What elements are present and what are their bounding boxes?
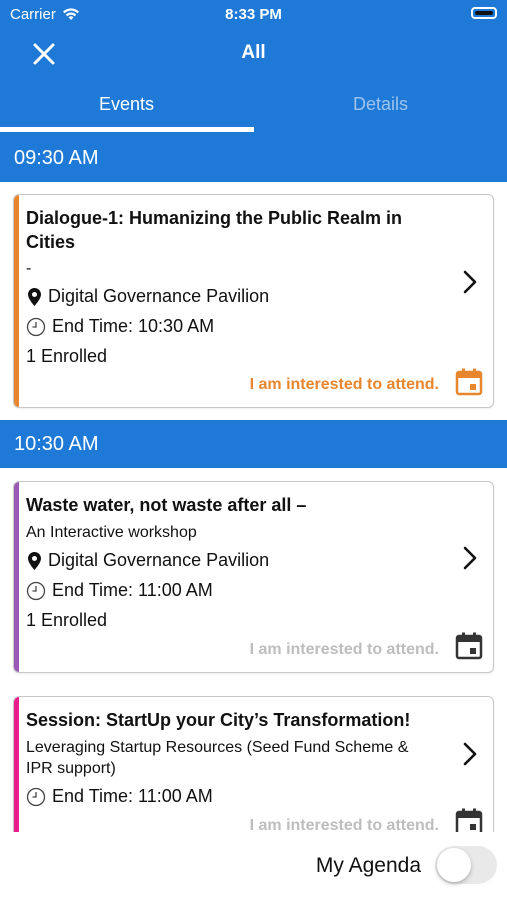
event-title: Session: StartUp your City’s Transformat… (26, 710, 411, 730)
time-section-header: 10:30 AM (0, 420, 507, 468)
chevron-right-icon[interactable] (461, 269, 479, 295)
time-section-header: 09:30 AM (0, 134, 507, 182)
event-location: Digital Governance Pavilion (48, 550, 270, 570)
interest-label[interactable]: I am interested to attend. (250, 376, 439, 394)
page-title: All (241, 42, 266, 63)
event-location-row: Digital Governance Pavilion (26, 286, 269, 307)
event-card[interactable]: Dialogue-1: Humanizing the Public Realm … (13, 194, 494, 408)
event-card[interactable]: Waste water, not waste after all – An In… (13, 481, 494, 673)
location-pin-icon (26, 551, 42, 570)
event-enrolled: 1 Enrolled (26, 346, 108, 366)
card-accent-bar (14, 482, 19, 672)
event-enrolled: 1 Enrolled (26, 610, 108, 630)
calendar-icon[interactable] (455, 368, 483, 396)
interest-label[interactable]: I am interested to attend. (250, 641, 439, 659)
event-end-time: End Time: 11:00 AM (52, 580, 213, 600)
clock-icon (26, 317, 46, 336)
event-location-row: Digital Governance Pavilion (26, 550, 269, 571)
event-end-time-row: End Time: 11:00 AM (26, 580, 213, 601)
tab-bar: Events Details (0, 80, 507, 134)
status-time: 8:33 PM (225, 6, 282, 23)
status-bar: Carrier 8:33 PM (0, 0, 507, 30)
event-subtitle: Leveraging Startup Resources (Seed Fund … (26, 739, 409, 777)
clock-icon (26, 787, 46, 806)
event-end-time: End Time: 10:30 AM (52, 316, 215, 336)
nav-bar: All (0, 30, 507, 78)
event-title: Dialogue-1: Humanizing the Public Realm … (26, 208, 403, 252)
clock-icon (26, 581, 46, 600)
tab-events[interactable]: Events (0, 80, 253, 134)
event-end-time: End Time: 11:00 AM (52, 786, 213, 806)
event-subtitle: - (26, 260, 32, 277)
my-agenda-toggle[interactable] (435, 846, 497, 884)
chevron-right-icon[interactable] (461, 741, 479, 767)
calendar-icon[interactable] (455, 632, 483, 660)
chevron-right-icon[interactable] (461, 545, 479, 571)
active-tab-indicator (0, 127, 254, 132)
location-pin-icon (26, 287, 42, 306)
battery-icon (471, 7, 497, 19)
event-end-time-row: End Time: 10:30 AM (26, 316, 214, 337)
card-accent-bar (14, 195, 19, 407)
toggle-knob (437, 848, 471, 882)
event-location: Digital Governance Pavilion (48, 286, 270, 306)
event-end-time-row: End Time: 11:00 AM (26, 786, 213, 807)
my-agenda-label: My Agenda (315, 854, 421, 877)
tab-details[interactable]: Details (254, 80, 507, 134)
agenda-footer: My Agenda (0, 832, 507, 900)
event-subtitle: An Interactive workshop (26, 524, 197, 541)
event-title: Waste water, not waste after all – (26, 495, 307, 515)
